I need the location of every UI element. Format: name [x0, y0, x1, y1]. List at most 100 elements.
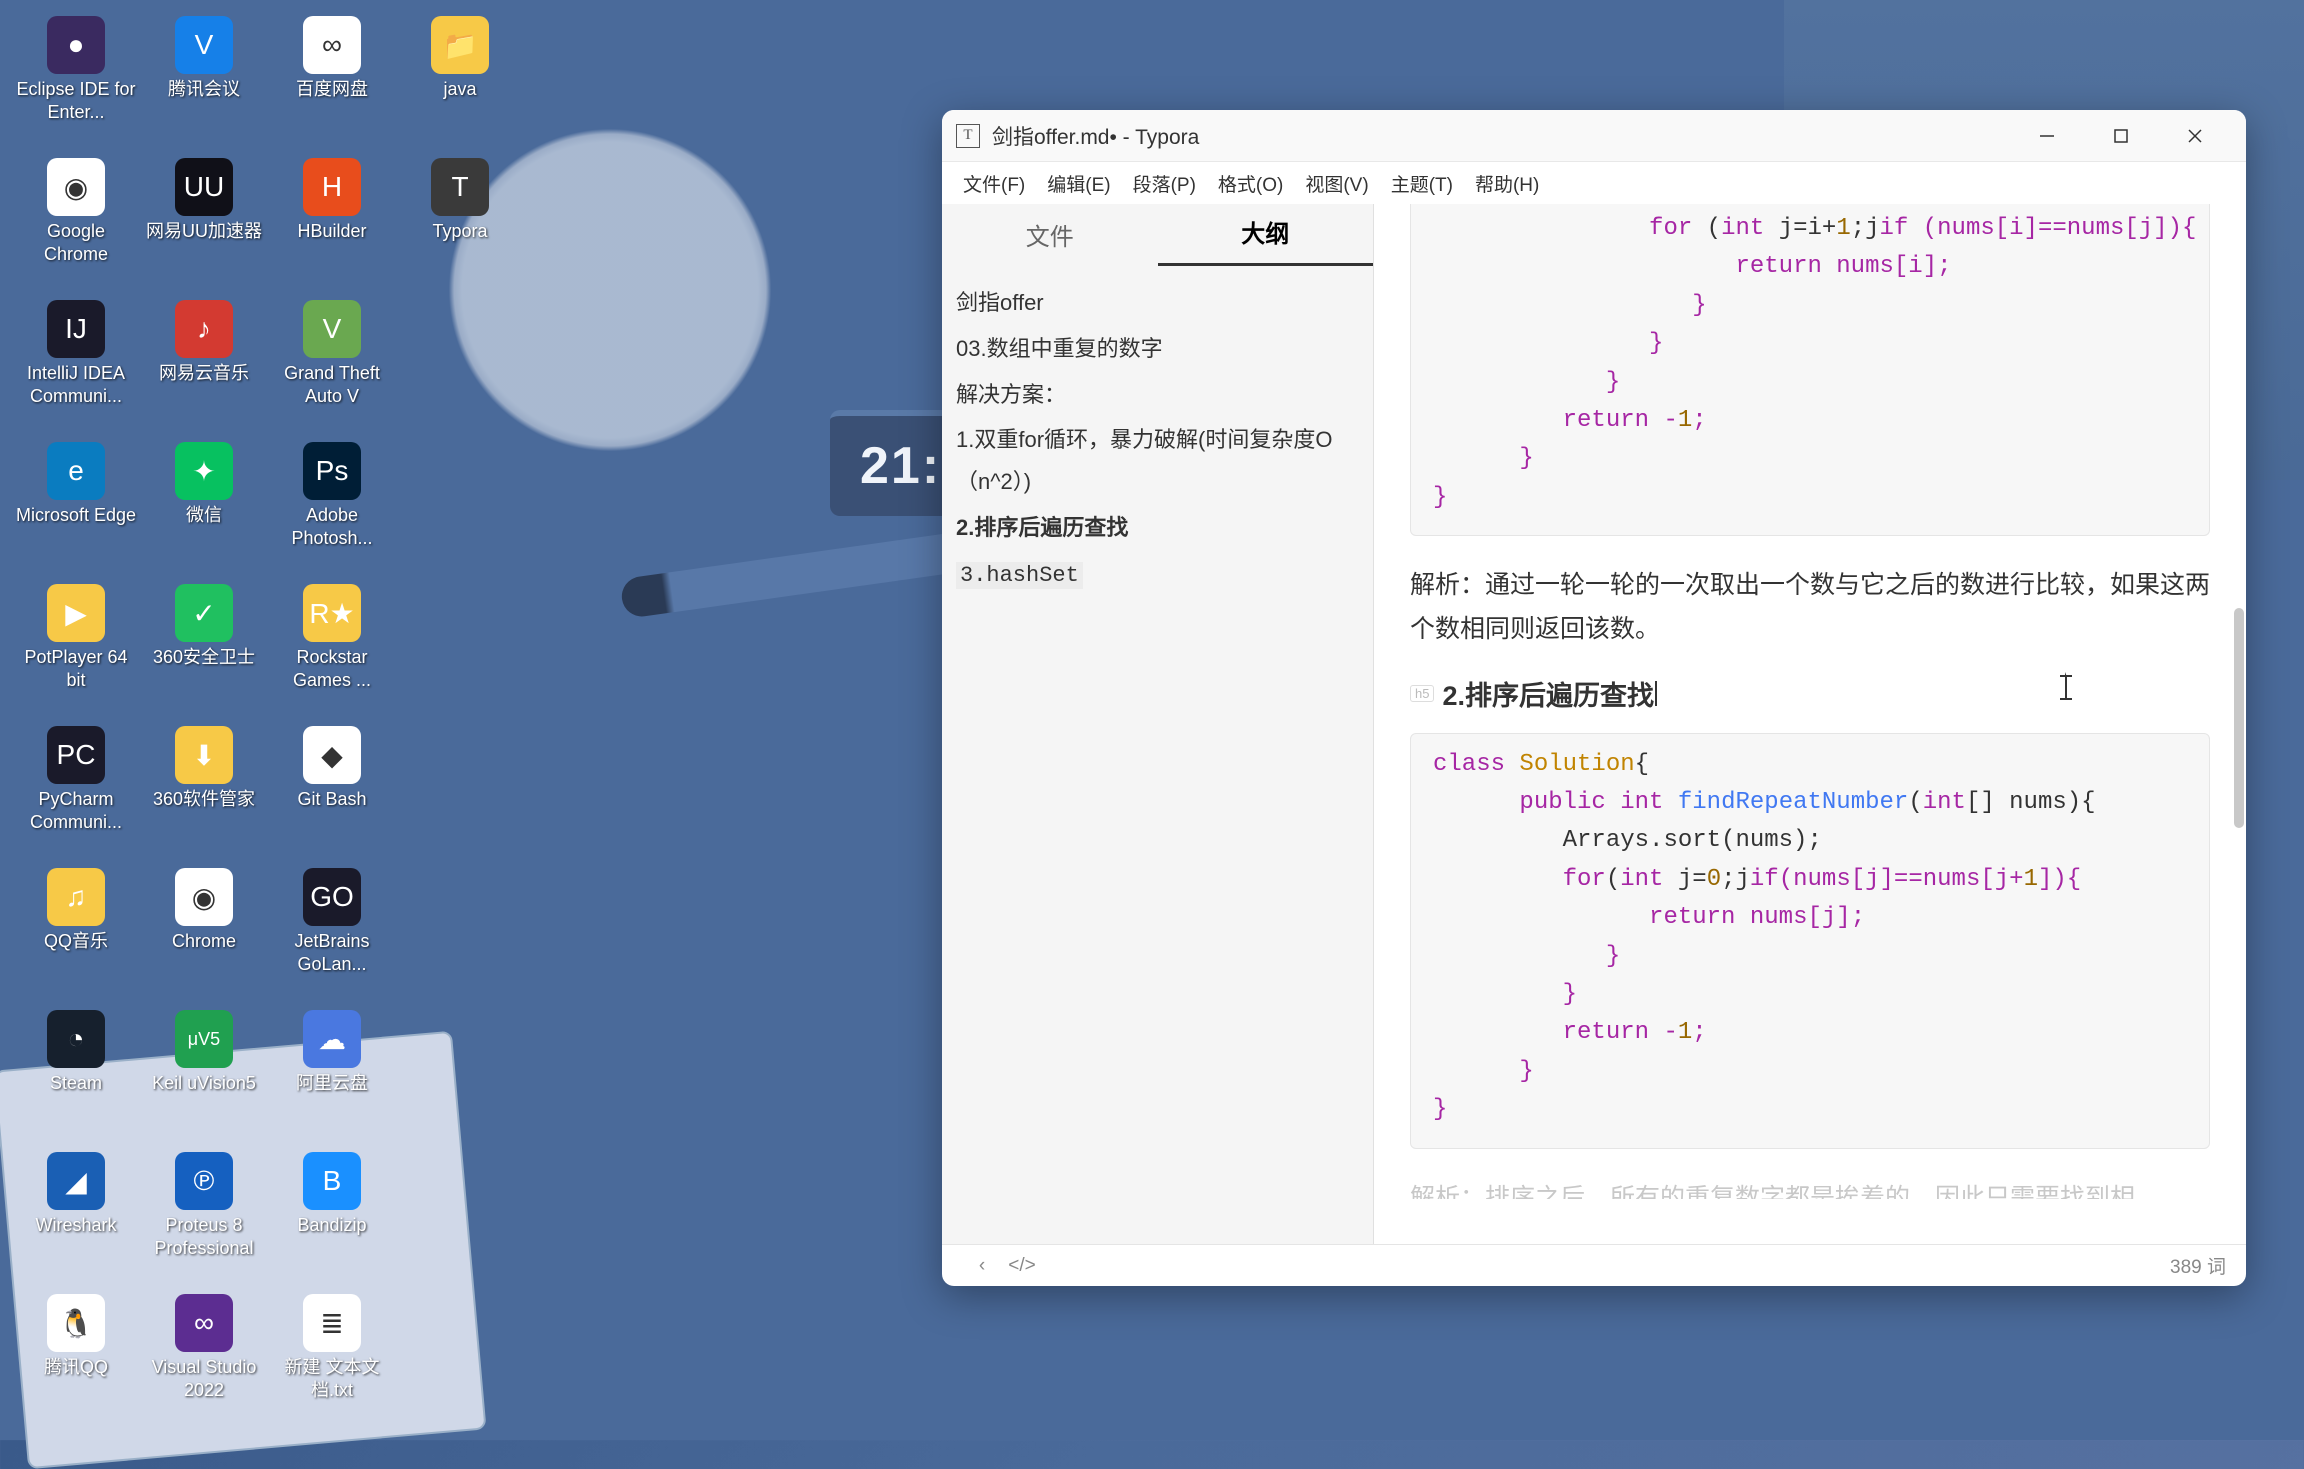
icon-label: QQ音乐	[44, 930, 108, 953]
outline-item[interactable]: 3.hashSet	[952, 551, 1363, 599]
icon-label: 360安全卫士	[153, 646, 255, 669]
desktop-icon[interactable]: ℗Proteus 8 Professional	[140, 1150, 268, 1292]
editor[interactable]: for (int j=i+1;jif (nums[i]==nums[j]){ r…	[1374, 204, 2246, 1244]
desktop-icon[interactable]: ☁ 阿里云盘	[268, 1008, 396, 1150]
icon-label: 阿里云盘	[296, 1072, 368, 1095]
desktop-icon[interactable]: VGrand Theft Auto V	[268, 298, 396, 440]
desktop-icon[interactable]: HHBuilder	[268, 156, 396, 298]
app-icon: R★	[303, 584, 361, 642]
desktop-icon[interactable]: ⬇360软件管家	[140, 724, 268, 866]
desktop-icon[interactable]: eMicrosoft Edge	[12, 440, 140, 582]
icon-label: Adobe Photosh...	[270, 504, 394, 549]
app-icon: ✓	[175, 584, 233, 642]
desktop-icon[interactable]: PCPyCharm Communi...	[12, 724, 140, 866]
desktop-icon[interactable]: ◢Wireshark	[12, 1150, 140, 1292]
app-icon: ☁	[303, 1010, 361, 1068]
menu-item[interactable]: 文件(F)	[952, 164, 1036, 203]
icon-label: Wireshark	[35, 1214, 116, 1237]
desktop-icon[interactable]: PsAdobe Photosh...	[268, 440, 396, 582]
heading-level-badge: h5	[1410, 685, 1434, 702]
icon-label: 腾讯QQ	[44, 1356, 108, 1379]
app-icon: GO	[303, 868, 361, 926]
ibeam-cursor-icon	[2065, 672, 2069, 698]
desktop-icon[interactable]: UU网易UU加速器	[140, 156, 268, 298]
app-icon: ✦	[175, 442, 233, 500]
editor-content[interactable]: for (int j=i+1;jif (nums[i]==nums[j]){ r…	[1374, 204, 2246, 1244]
app-icon: ≣	[303, 1294, 361, 1352]
heading-text: 2.排序后遍历查找	[1442, 674, 1654, 713]
outline-item-active[interactable]: 2.排序后遍历查找	[952, 505, 1363, 551]
desktop-icon[interactable]: ✦微信	[140, 440, 268, 582]
app-icon: IJ	[47, 300, 105, 358]
desktop-icon[interactable]: IJIntelliJ IDEA Communi...	[12, 298, 140, 440]
outline-item[interactable]: 1.双重for循环，暴力破解(时间复杂度O（n^2）)	[952, 417, 1363, 505]
icon-label: 百度网盘	[296, 78, 368, 101]
desktop-icon[interactable]: ∞Visual Studio 2022	[140, 1292, 268, 1434]
minimize-button[interactable]	[2010, 110, 2084, 162]
icon-label: Keil uVision5	[152, 1072, 256, 1095]
app-icon: ▶	[47, 584, 105, 642]
desktop-icon[interactable]: 📁java	[396, 14, 524, 156]
desktop-icon[interactable]: BBandizip	[268, 1150, 396, 1292]
code-block-2[interactable]: class Solution{ public int findRepeatNum…	[1410, 733, 2210, 1149]
desktop-icon[interactable]: ▶PotPlayer 64 bit	[12, 582, 140, 724]
desktop-icon[interactable]: ◉Chrome	[140, 866, 268, 1008]
desktop-icon[interactable]: ♪网易云音乐	[140, 298, 268, 440]
app-icon: 📁	[431, 16, 489, 74]
desktop-icon[interactable]: ✓ 360安全卫士	[140, 582, 268, 724]
app-icon: ◔	[47, 1010, 105, 1068]
menu-item[interactable]: 帮助(H)	[1464, 164, 1550, 203]
icon-label: Visual Studio 2022	[142, 1356, 266, 1401]
maximize-button[interactable]	[2084, 110, 2158, 162]
desktop-icon[interactable]: μV5 Keil uVision5	[140, 1008, 268, 1150]
close-button[interactable]	[2158, 110, 2232, 162]
menu-item[interactable]: 段落(P)	[1122, 164, 1207, 203]
desktop-icon[interactable]: ●Eclipse IDE for Enter...	[12, 14, 140, 156]
desktop-icon[interactable]: ◆Git Bash	[268, 724, 396, 866]
menubar: 文件(F)编辑(E)段落(P)格式(O)视图(V)主题(T)帮助(H)	[942, 162, 2246, 204]
menu-item[interactable]: 主题(T)	[1380, 164, 1464, 203]
app-icon: ∞	[303, 16, 361, 74]
app-icon: ♪	[175, 300, 233, 358]
icon-label: 网易UU加速器	[146, 220, 262, 243]
menu-item[interactable]: 视图(V)	[1294, 164, 1379, 203]
desktop-icon[interactable]: TTypora	[396, 156, 524, 298]
tab-files[interactable]: 文件	[942, 217, 1158, 266]
word-count[interactable]: 389 词	[2170, 1252, 2226, 1279]
outline-item[interactable]: 03.数组中重复的数字	[952, 326, 1363, 372]
analysis-paragraph-1[interactable]: 解析：通过一轮一轮的一次取出一个数与它之后的数进行比较，如果这两个数相同则返回该…	[1410, 564, 2210, 652]
editor-scrollbar[interactable]	[2234, 608, 2244, 828]
code-block-1[interactable]: for (int j=i+1;jif (nums[i]==nums[j]){ r…	[1410, 204, 2210, 536]
desktop-icon[interactable]: GOJetBrains GoLan...	[268, 866, 396, 1008]
heading-5[interactable]: h5 2.排序后遍历查找	[1410, 674, 2210, 713]
sidebar-tabs: 文件 大纲	[942, 204, 1373, 266]
app-icon: Ps	[303, 442, 361, 500]
app-icon: μV5	[175, 1010, 233, 1068]
menu-item[interactable]: 编辑(E)	[1036, 164, 1121, 203]
analysis-paragraph-2-truncated[interactable]: 解析：排序之后，所有的重复数字都是挨着的，因此只需要找到相	[1410, 1177, 2210, 1199]
outline-item[interactable]: 剑指offer	[952, 280, 1363, 326]
window-title: 剑指offer.md• - Typora	[992, 121, 1199, 151]
desktop-icon[interactable]: ◉Google Chrome	[12, 156, 140, 298]
outline-item[interactable]: 解决方案：	[952, 372, 1363, 418]
back-button[interactable]: ‹	[962, 1255, 1002, 1277]
desktop-icon[interactable]: V腾讯会议	[140, 14, 268, 156]
desktop-icon[interactable]: 🐧腾讯QQ	[12, 1292, 140, 1434]
icon-label: Chrome	[172, 930, 236, 953]
app-icon: ◆	[303, 726, 361, 784]
app-icon: B	[303, 1152, 361, 1210]
maximize-icon	[2112, 127, 2130, 145]
titlebar[interactable]: T 剑指offer.md• - Typora	[942, 110, 2246, 162]
desktop-icon[interactable]: R★Rockstar Games ...	[268, 582, 396, 724]
tab-outline[interactable]: 大纲	[1158, 214, 1374, 266]
icon-label: PotPlayer 64 bit	[14, 646, 138, 691]
app-icon: ℗	[175, 1152, 233, 1210]
desktop-icon[interactable]: ♫ QQ音乐	[12, 866, 140, 1008]
menu-item[interactable]: 格式(O)	[1207, 164, 1294, 203]
app-icon: ♫	[47, 868, 105, 926]
source-mode-button[interactable]: </>	[1002, 1255, 1042, 1277]
desktop-icon[interactable]: ∞ 百度网盘	[268, 14, 396, 156]
desktop-icon[interactable]: ≣新建 文本文档.txt	[268, 1292, 396, 1434]
desktop-icon[interactable]: ◔Steam	[12, 1008, 140, 1150]
icon-label: Google Chrome	[14, 220, 138, 265]
